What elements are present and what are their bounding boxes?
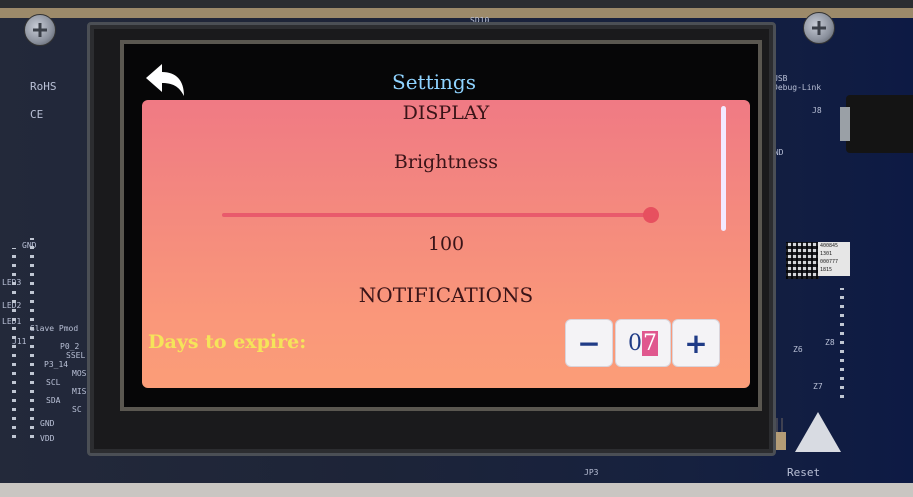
days-value-digit: 0 (628, 330, 642, 356)
brightness-slider-track[interactable] (222, 213, 657, 217)
esd-warning-icon (795, 412, 841, 452)
silk-gnd-bottom: GND (40, 419, 55, 428)
plus-icon: + (684, 326, 708, 360)
silk-p0-2: P0_2 (60, 342, 80, 351)
minus-icon: − (577, 326, 601, 360)
silk-ce: CE (30, 108, 44, 121)
decrement-button[interactable]: − (566, 320, 612, 366)
brightness-slider-thumb[interactable] (643, 207, 659, 223)
silk-z8: Z8 (825, 338, 835, 347)
settings-panel: DISPLAY Brightness 100 NOTIFICATIONS Day… (142, 100, 750, 388)
silk-z6: Z6 (793, 345, 803, 354)
screen-title: Settings (392, 70, 476, 94)
brightness-label: Brightness (393, 151, 499, 173)
desk-surface (0, 483, 913, 497)
label-line-1: 400845 (820, 243, 839, 249)
panel-scrollbar[interactable] (721, 106, 726, 231)
display-section-heading: DISPLAY (402, 102, 490, 124)
back-arrow-icon (146, 64, 184, 96)
silk-rohs: RoHS (30, 80, 57, 93)
board-edge (0, 8, 913, 18)
silk-mis: MIS (72, 387, 87, 396)
touch-screen: Settings DISPLAY Brightness 100 NOTIFICA… (120, 40, 762, 411)
qr-code (786, 242, 819, 279)
label-line-3: 000777 (820, 259, 839, 265)
usb-connector (840, 95, 913, 153)
days-to-expire-label: Days to expire: (148, 331, 307, 353)
silk-ssel: SSEL (66, 351, 86, 360)
silk-z7: Z7 (813, 382, 823, 391)
silk-sc: SC (72, 405, 82, 414)
notifications-section-heading: NOTIFICATIONS (358, 283, 534, 307)
screw-top-left (24, 14, 56, 46)
silk-p3-14: P3_14 (44, 360, 69, 369)
silk-usb-debug: USB Debug-Link (773, 74, 822, 92)
silk-sda: SDA (46, 396, 61, 405)
silk-scl: SCL (46, 378, 61, 387)
silk-slave-pmod: Slave Pmod (30, 324, 79, 333)
increment-button[interactable]: + (673, 320, 719, 366)
screw-top-right (803, 12, 835, 44)
silk-vdd: VDD (40, 434, 55, 443)
header-pins-left (30, 238, 34, 438)
silk-jp3: JP3 (584, 468, 599, 477)
label-line-2: 1301 (820, 251, 833, 257)
header-pins-right (840, 288, 844, 398)
silk-j8: J8 (812, 106, 822, 115)
silk-reset: Reset (787, 466, 821, 479)
silk-mos: MOS (72, 369, 87, 378)
label-line-4: 1815 (820, 267, 833, 273)
back-button[interactable] (144, 62, 188, 100)
brightness-value: 100 (427, 233, 465, 255)
header-pins-left-2 (12, 248, 16, 438)
days-value-cursor-digit: 7 (642, 330, 658, 356)
days-value-field[interactable]: 07 (616, 320, 670, 366)
board-label: 400845 1301 000777 1815 (818, 242, 850, 276)
